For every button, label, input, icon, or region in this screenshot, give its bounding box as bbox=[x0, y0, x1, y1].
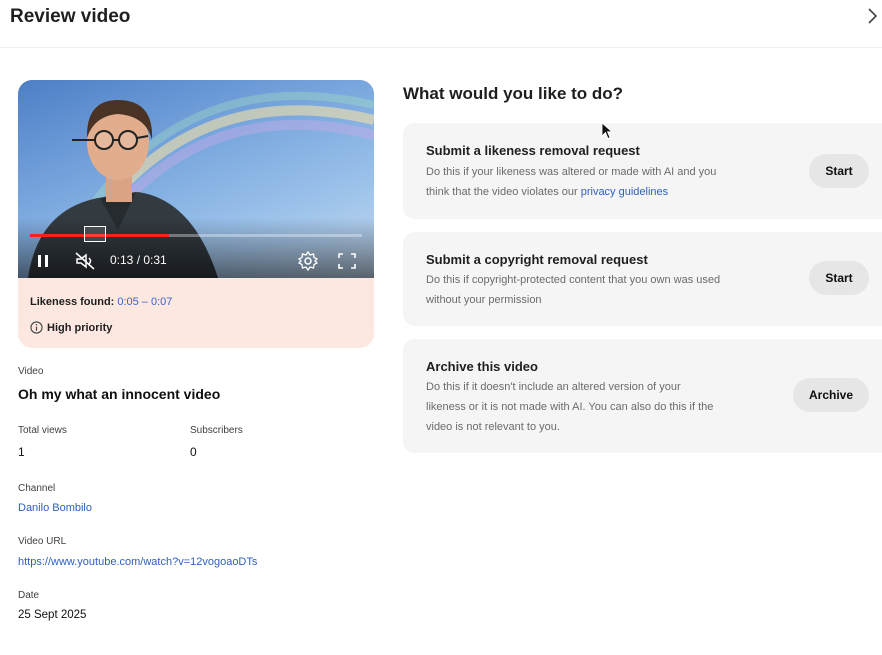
settings-icon[interactable] bbox=[298, 251, 318, 271]
likeness-found: Likeness found: 0:05 – 0:07 bbox=[30, 296, 172, 308]
total-views-value: 1 bbox=[18, 445, 25, 459]
progress-bar[interactable] bbox=[30, 234, 362, 237]
option-title: Submit a likeness removal request bbox=[426, 143, 640, 158]
fullscreen-icon[interactable] bbox=[338, 251, 356, 271]
copyright-removal-option: Submit a copyright removal request Do th… bbox=[403, 232, 882, 326]
channel-label: Channel bbox=[18, 483, 56, 494]
mute-icon[interactable] bbox=[74, 251, 96, 271]
video-preview-card: 0:13 / 0:31 Likeness found: 0:05 – 0:07 H… bbox=[18, 80, 374, 348]
archive-video-button[interactable]: Archive bbox=[793, 378, 869, 412]
video-label: Video bbox=[18, 366, 44, 377]
priority-text: High priority bbox=[47, 321, 113, 334]
subscribers-label: Subscribers bbox=[190, 425, 243, 436]
actions-heading: What would you like to do? bbox=[403, 84, 624, 103]
privacy-guidelines-link[interactable]: privacy guidelines bbox=[581, 186, 668, 198]
option-description: Do this if it doesn't include an altered… bbox=[426, 381, 714, 433]
start-copyright-removal-button[interactable]: Start bbox=[809, 261, 869, 295]
likeness-range-link[interactable]: 0:05 – 0:07 bbox=[117, 296, 172, 308]
priority-badge: High priority bbox=[30, 321, 112, 334]
page-header: Review video bbox=[0, 0, 882, 48]
archive-option: Archive this video Do this if it doesn't… bbox=[403, 339, 882, 453]
total-views-label: Total views bbox=[18, 425, 67, 436]
mouse-cursor-icon bbox=[601, 122, 613, 140]
option-description: Do this if copyright-protected content t… bbox=[426, 274, 721, 306]
info-icon bbox=[30, 321, 43, 334]
chevron-right-icon[interactable] bbox=[864, 6, 880, 26]
video-url-link[interactable]: https://www.youtube.com/watch?v=12vogoao… bbox=[18, 556, 257, 568]
video-player[interactable]: 0:13 / 0:31 bbox=[18, 80, 374, 278]
start-likeness-removal-button[interactable]: Start bbox=[809, 154, 869, 188]
scrub-handle[interactable] bbox=[84, 226, 106, 242]
page-title: Review video bbox=[10, 6, 131, 27]
likeness-label: Likeness found: bbox=[30, 296, 115, 308]
option-description: Do this if your likeness was altered or … bbox=[426, 166, 717, 198]
channel-link[interactable]: Danilo Bombilo bbox=[18, 502, 92, 514]
video-url-label: Video URL bbox=[18, 536, 67, 547]
option-title: Submit a copyright removal request bbox=[426, 252, 648, 267]
subscribers-value: 0 bbox=[190, 445, 197, 459]
date-value: 25 Sept 2025 bbox=[18, 609, 87, 621]
pause-icon[interactable] bbox=[36, 251, 50, 271]
date-label: Date bbox=[18, 590, 40, 601]
likeness-removal-option: Submit a likeness removal request Do thi… bbox=[403, 123, 882, 219]
option-title: Archive this video bbox=[426, 359, 538, 374]
playback-time: 0:13 / 0:31 bbox=[110, 253, 167, 267]
video-title: Oh my what an innocent video bbox=[18, 386, 221, 402]
